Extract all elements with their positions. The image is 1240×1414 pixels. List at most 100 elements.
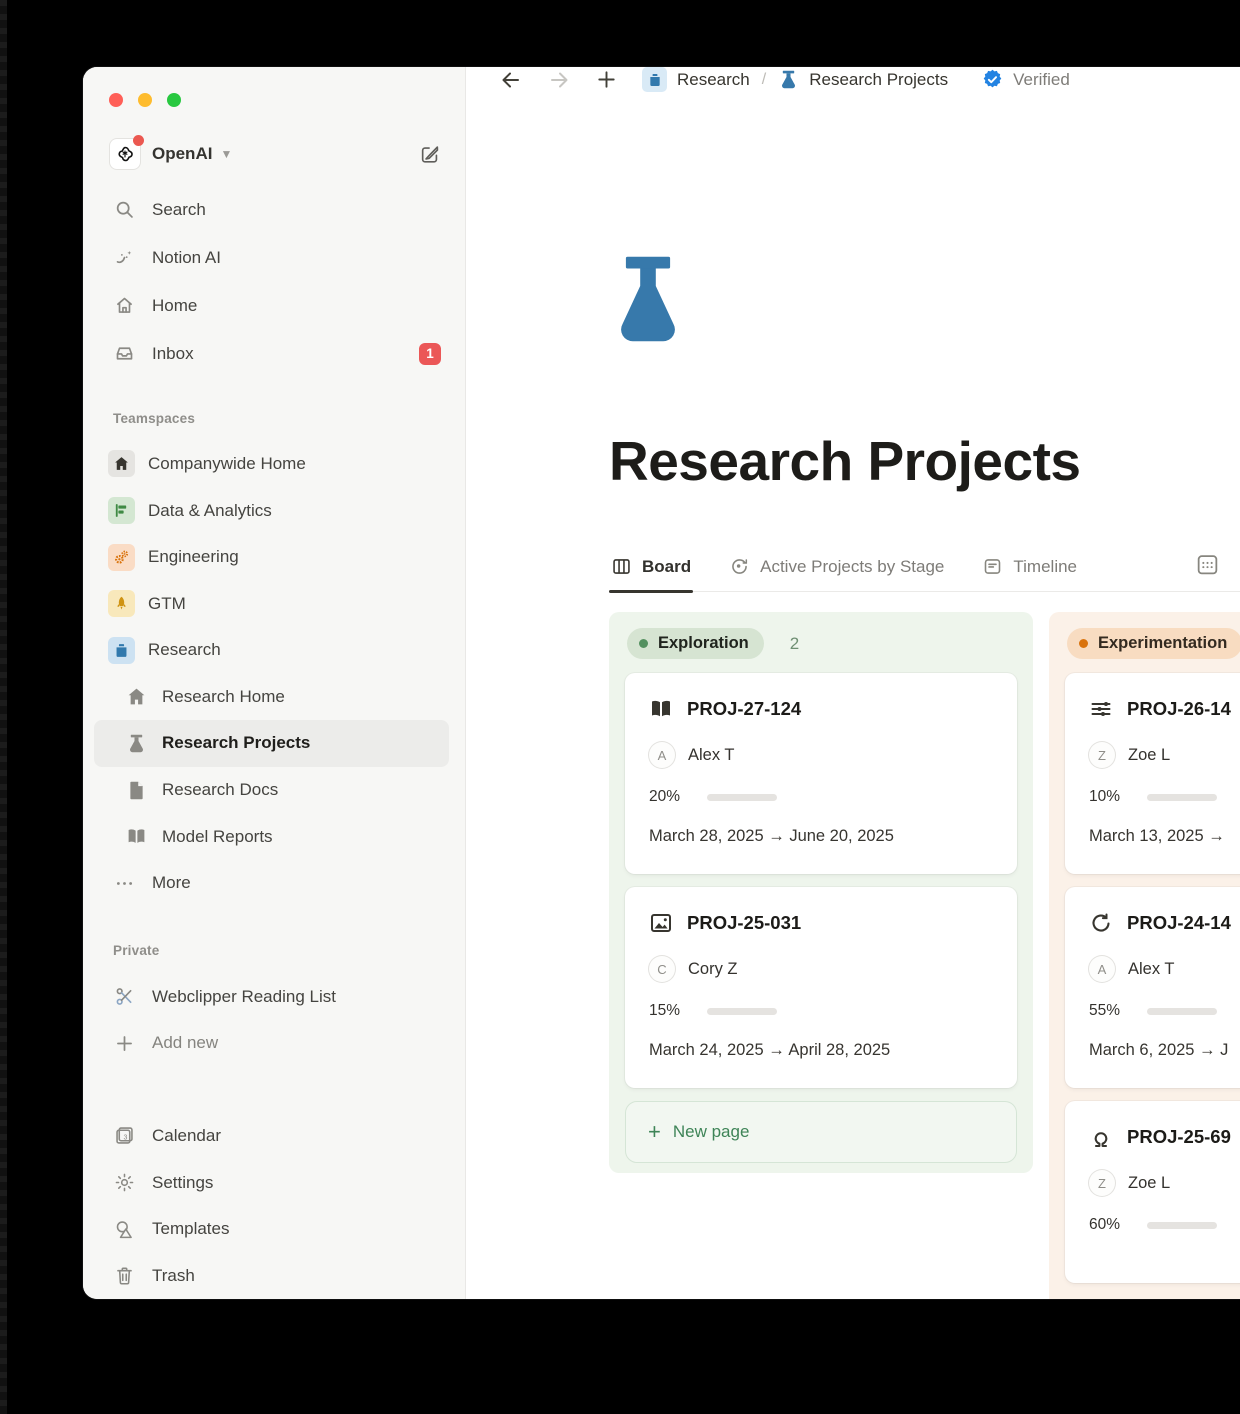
research-docs-label: Research Docs — [162, 780, 278, 800]
house-icon — [108, 450, 135, 477]
sidebar-item-webclipper[interactable]: Webclipper Reading List — [94, 973, 449, 1020]
trash-icon — [113, 1265, 135, 1287]
sidebar-item-engineering[interactable]: Engineering — [94, 534, 449, 581]
inbox-icon — [113, 343, 135, 365]
sidebar-item-search[interactable]: Search — [94, 186, 449, 234]
card-title: PROJ-26-14 — [1127, 698, 1231, 720]
sidebar-item-home[interactable]: Home — [94, 282, 449, 330]
breadcrumb: Research / Research Projects — [642, 67, 948, 92]
sidebar-item-add-new[interactable]: Add new — [94, 1020, 449, 1067]
verified-badge[interactable]: Verified — [981, 68, 1070, 91]
sidebar-item-notion-ai[interactable]: Notion AI — [94, 234, 449, 282]
research-label: Research — [148, 640, 221, 660]
sidebar-item-inbox[interactable]: Inbox 1 — [94, 330, 449, 378]
forward-arrow-icon[interactable] — [547, 68, 571, 92]
board-view-icon — [611, 556, 632, 577]
sidebar-item-model-reports[interactable]: Model Reports — [94, 813, 449, 860]
sidebar-item-settings[interactable]: Settings — [94, 1159, 449, 1206]
sidebar-item-trash[interactable]: Trash — [94, 1252, 449, 1299]
calendar-view-icon[interactable] — [1195, 552, 1220, 591]
companywide-home-label: Companywide Home — [148, 454, 306, 474]
tab-timeline[interactable]: Timeline — [980, 556, 1079, 591]
sidebar-item-more[interactable]: More — [94, 860, 449, 907]
project-card[interactable]: PROJ-25-69 Z Zoe L 60% — [1065, 1101, 1240, 1283]
avatar: C — [649, 956, 675, 982]
avatar: Z — [1089, 1170, 1115, 1196]
tab-board-label: Board — [642, 557, 691, 577]
templates-label: Templates — [152, 1219, 229, 1239]
more-label: More — [152, 873, 191, 893]
sidebar-item-templates[interactable]: Templates — [94, 1206, 449, 1253]
chevron-down-icon: ▼ — [220, 147, 232, 161]
exploration-status-pill[interactable]: Exploration — [627, 628, 764, 659]
notion-ai-face-icon — [113, 247, 135, 269]
zoom-window-button[interactable] — [167, 93, 181, 107]
breadcrumb-current[interactable]: Research Projects — [809, 70, 948, 90]
sidebar-item-companywide-home[interactable]: Companywide Home — [94, 441, 449, 488]
experimentation-status-pill[interactable]: Experimentation — [1067, 628, 1240, 659]
minimize-window-button[interactable] — [138, 93, 152, 107]
assignee-name: Alex T — [688, 746, 734, 765]
new-page-button[interactable]: + New page — [625, 1101, 1017, 1163]
clipboard-icon — [642, 67, 667, 92]
project-card[interactable]: PROJ-25-031 C Cory Z 15% March 24, 2025 … — [625, 887, 1017, 1088]
project-card[interactable]: PROJ-27-124 A Alex T 20% March 28, 2025 … — [625, 673, 1017, 874]
date-range: March 6, 2025 → J — [1089, 1041, 1240, 1060]
cycle-status-icon — [729, 556, 750, 577]
card-title: PROJ-27-124 — [687, 698, 801, 720]
verified-label: Verified — [1013, 70, 1070, 90]
house-icon — [125, 686, 147, 708]
trash-label: Trash — [152, 1266, 195, 1286]
close-window-button[interactable] — [109, 93, 123, 107]
tab-board[interactable]: Board — [609, 556, 693, 591]
progress-label: 20% — [649, 788, 691, 806]
progress-bar — [1147, 1222, 1217, 1229]
ellipsis-icon — [113, 872, 135, 894]
project-card[interactable]: PROJ-26-14 Z Zoe L 10% March 13, 2025 → — [1065, 673, 1240, 874]
card-title: PROJ-25-031 — [687, 912, 801, 934]
column-header: Exploration 2 — [627, 628, 1017, 659]
status-dot — [639, 639, 648, 648]
page-title[interactable]: Research Projects — [609, 428, 1240, 494]
plus-icon — [113, 1032, 135, 1054]
rocket-icon — [108, 590, 135, 617]
inbox-badge: 1 — [419, 343, 441, 365]
new-page-label: New page — [673, 1122, 750, 1142]
assignee-name: Zoe L — [1128, 1174, 1170, 1193]
plus-icon: + — [648, 1121, 661, 1143]
sliders-icon — [1089, 697, 1113, 721]
date-range: March 24, 2025 → April 28, 2025 — [649, 1041, 993, 1060]
breadcrumb-parent[interactable]: Research — [677, 70, 750, 90]
back-arrow-icon[interactable] — [499, 68, 523, 92]
new-page-plus-icon[interactable] — [595, 68, 618, 91]
progress-label: 10% — [1089, 788, 1131, 806]
sidebar-item-research-projects[interactable]: Research Projects — [94, 720, 449, 767]
progress-label: 15% — [649, 1002, 691, 1020]
page-flask-icon[interactable] — [609, 252, 687, 346]
compose-icon[interactable] — [419, 143, 441, 165]
workspace-switcher[interactable]: OpenAI ▼ — [102, 133, 449, 176]
svg-text:3: 3 — [123, 1135, 127, 1142]
sidebar-item-calendar[interactable]: 3 Calendar — [94, 1113, 449, 1160]
engineering-label: Engineering — [148, 547, 239, 567]
notion-window: OpenAI ▼ Search Notion AI — [83, 67, 1240, 1299]
verified-check-icon — [981, 68, 1004, 91]
notification-dot — [133, 135, 144, 146]
assignee-name: Zoe L — [1128, 746, 1170, 765]
add-new-label: Add new — [152, 1033, 218, 1053]
calendar-label: Calendar — [152, 1126, 221, 1146]
open-book-icon — [125, 826, 147, 848]
project-card[interactable]: PROJ-24-14 A Alex T 55% March 6, 2025 → … — [1065, 887, 1240, 1088]
sidebar-item-data-analytics[interactable]: Data & Analytics — [94, 487, 449, 534]
breadcrumb-separator: / — [762, 71, 766, 89]
sidebar-item-gtm[interactable]: GTM — [94, 580, 449, 627]
sidebar-item-research-home[interactable]: Research Home — [94, 674, 449, 721]
sidebar-item-research-docs[interactable]: Research Docs — [94, 767, 449, 814]
progress-label: 60% — [1089, 1216, 1131, 1234]
avatar: Z — [1089, 742, 1115, 768]
sidebar-item-research[interactable]: Research — [94, 627, 449, 674]
search-label: Search — [152, 200, 206, 220]
tab-active-projects-by-stage[interactable]: Active Projects by Stage — [727, 556, 946, 591]
workspace-name: OpenAI — [152, 144, 212, 164]
data-analytics-label: Data & Analytics — [148, 501, 272, 521]
